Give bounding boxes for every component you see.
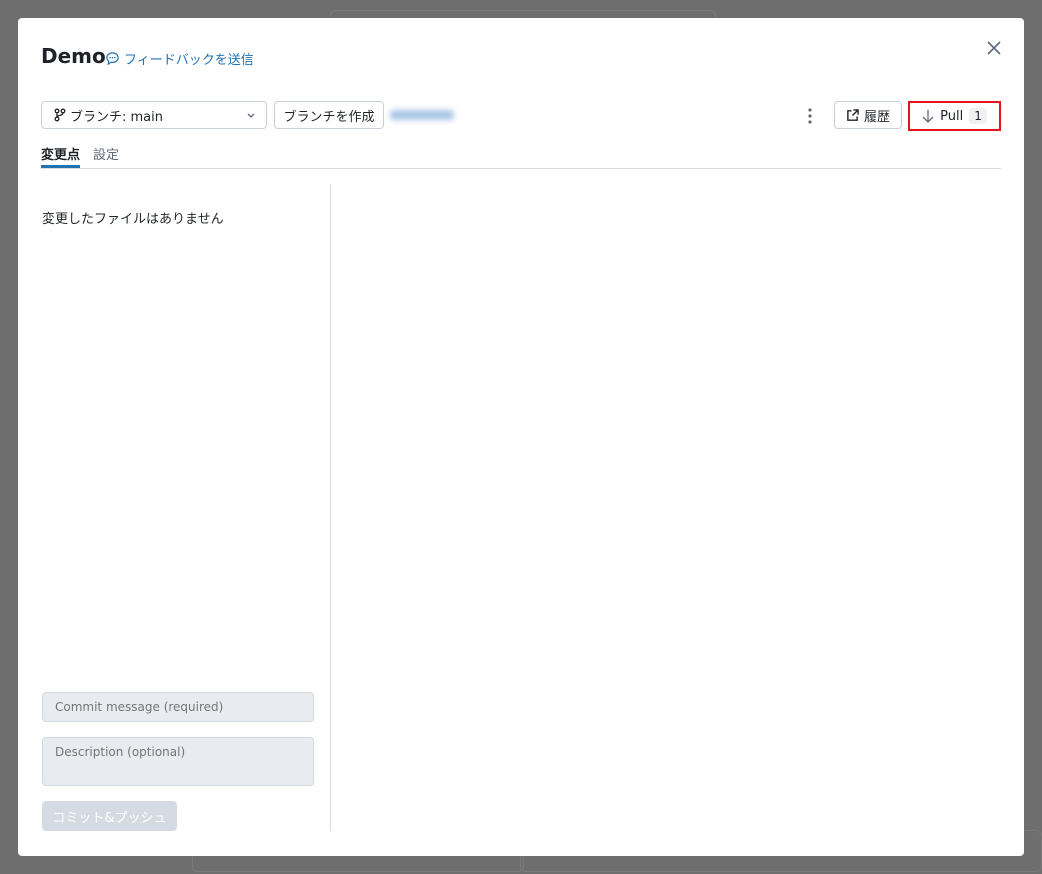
commit-message-input[interactable] [42, 692, 314, 722]
tab-settings[interactable]: 設定 [93, 144, 119, 167]
tab-bar: 変更点 設定 [41, 144, 1001, 169]
feedback-label: フィードバックを送信 [124, 53, 254, 68]
pull-button[interactable]: Pull 1 [908, 101, 1001, 131]
redacted-text [390, 110, 454, 120]
close-icon[interactable] [984, 38, 1004, 58]
git-dialog: Demo フィードバックを送信 ブランチ: main ブランチを作成 履歴 Pu… [18, 18, 1024, 856]
description-input[interactable] [42, 737, 314, 786]
more-options-icon[interactable] [806, 106, 814, 126]
branch-select-label: ブランチ: main [70, 109, 163, 125]
chat-bubble-icon [106, 52, 119, 66]
chevron-down-icon [247, 113, 255, 118]
pull-count-badge: 1 [969, 108, 987, 124]
history-button[interactable]: 履歴 [834, 101, 902, 129]
history-label: 履歴 [863, 109, 890, 125]
tab-changes[interactable]: 変更点 [41, 144, 81, 168]
branch-select[interactable]: ブランチ: main [41, 101, 267, 129]
dialog-title: Demo [41, 44, 106, 68]
git-branch-icon [54, 108, 66, 122]
changes-pane: 変更したファイルはありません コミット&プッシュ [41, 184, 331, 831]
diff-pane [332, 184, 1001, 831]
pull-label: Pull [940, 108, 964, 124]
arrow-down-icon [922, 110, 934, 123]
external-link-icon [847, 108, 859, 121]
empty-changes-message: 変更したファイルはありません [42, 212, 224, 227]
commit-push-button[interactable]: コミット&プッシュ [42, 801, 177, 831]
create-branch-button[interactable]: ブランチを作成 [274, 101, 384, 129]
feedback-link[interactable]: フィードバックを送信 [105, 49, 254, 68]
